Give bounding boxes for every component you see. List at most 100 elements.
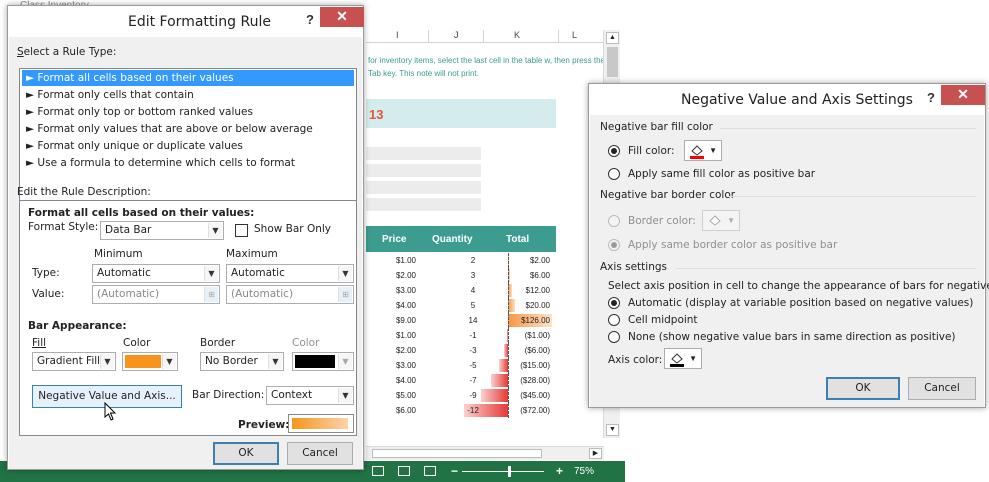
- axis-midpoint-label[interactable]: Cell midpoint: [628, 314, 698, 326]
- quantity-cell[interactable]: -12: [458, 406, 488, 415]
- normal-view-icon[interactable]: [372, 466, 384, 476]
- total-cell[interactable]: $126.00: [521, 316, 550, 325]
- cancel-button[interactable]: Cancel: [908, 377, 976, 400]
- info-cell[interactable]: [366, 198, 481, 211]
- axis-color-picker[interactable]: ▼: [664, 348, 702, 369]
- ok-button[interactable]: OK: [213, 442, 279, 465]
- dialog-title-bar[interactable]: Edit Formatting Rule ? ✕: [8, 6, 364, 37]
- fill-color-radio[interactable]: [608, 145, 620, 157]
- info-cell[interactable]: [366, 181, 481, 194]
- price-cell[interactable]: $3.00: [396, 286, 416, 295]
- scroll-right-arrow-icon[interactable]: ▶: [589, 448, 602, 459]
- help-icon[interactable]: ?: [927, 90, 935, 105]
- total-cell[interactable]: $2.00: [530, 256, 550, 265]
- negative-fill-color-picker[interactable]: ▼: [684, 140, 722, 161]
- quantity-cell[interactable]: 14: [458, 316, 488, 325]
- min-type-select[interactable]: Automatic ▼: [92, 264, 220, 283]
- min-value-input[interactable]: (Automatic) ⊞: [92, 285, 220, 304]
- column-header-k[interactable]: K: [514, 30, 520, 40]
- apply-same-border-radio[interactable]: [608, 239, 620, 251]
- horizontal-scroll-thumb[interactable]: [372, 449, 542, 458]
- page-break-view-icon[interactable]: [424, 466, 436, 476]
- quantity-cell[interactable]: -9: [458, 391, 488, 400]
- rule-type-item[interactable]: ► Format only values that are above or b…: [22, 121, 354, 137]
- price-cell[interactable]: $2.00: [396, 346, 416, 355]
- quantity-cell[interactable]: 5: [458, 301, 488, 310]
- border-color-option-label[interactable]: Border color:: [628, 215, 696, 227]
- rule-type-item[interactable]: ► Format only unique or duplicate values: [22, 138, 354, 154]
- negative-border-color-picker[interactable]: ▼: [702, 210, 740, 231]
- border-color-picker[interactable]: ▼: [292, 352, 354, 371]
- price-cell[interactable]: $5.00: [396, 391, 416, 400]
- total-header[interactable]: Total: [506, 234, 529, 245]
- price-cell[interactable]: $3.00: [396, 361, 416, 370]
- axis-none-label[interactable]: None (show negative value bars in same d…: [628, 331, 956, 343]
- rule-type-item[interactable]: ► Format all cells based on their values: [22, 70, 354, 86]
- price-cell[interactable]: $9.00: [396, 316, 416, 325]
- cancel-button[interactable]: Cancel: [287, 442, 353, 465]
- rule-type-list[interactable]: ► Format all cells based on their values…: [19, 68, 357, 202]
- quantity-cell[interactable]: 3: [458, 271, 488, 280]
- price-header[interactable]: Price: [382, 234, 406, 245]
- total-cell[interactable]: $6.00: [530, 271, 550, 280]
- range-picker-icon[interactable]: ⊞: [204, 287, 218, 302]
- total-cell[interactable]: ($6.00): [525, 346, 550, 355]
- total-cell[interactable]: $20.00: [526, 301, 550, 310]
- border-color-radio[interactable]: [608, 215, 620, 227]
- horizontal-scrollbar[interactable]: ▶: [366, 446, 604, 460]
- rule-type-item[interactable]: ► Format only cells that contain: [22, 87, 354, 103]
- border-type-select[interactable]: No Border ▼: [200, 352, 284, 371]
- rule-type-item[interactable]: ► Use a formula to determine which cells…: [22, 155, 354, 171]
- close-button[interactable]: ✕: [941, 85, 985, 105]
- zoom-in-icon[interactable]: +: [556, 464, 563, 478]
- format-style-select[interactable]: Data Bar ▼: [100, 221, 224, 240]
- axis-none-radio[interactable]: [608, 331, 620, 343]
- price-cell[interactable]: $2.00: [396, 271, 416, 280]
- price-cell[interactable]: $1.00: [396, 256, 416, 265]
- column-header-i[interactable]: I: [396, 30, 399, 40]
- max-type-select[interactable]: Automatic ▼: [226, 264, 354, 283]
- info-cell[interactable]: [366, 147, 481, 160]
- zoom-slider-thumb[interactable]: [508, 466, 511, 477]
- quantity-cell[interactable]: -1: [458, 331, 488, 340]
- page-layout-view-icon[interactable]: [398, 466, 410, 476]
- total-cell[interactable]: ($28.00): [520, 376, 550, 385]
- show-bar-only-label[interactable]: Show Bar Only: [254, 223, 331, 235]
- scroll-up-arrow-icon[interactable]: ▲: [606, 32, 619, 44]
- quantity-cell[interactable]: -3: [458, 346, 488, 355]
- quantity-cell[interactable]: -7: [458, 376, 488, 385]
- max-value-input[interactable]: (Automatic) ⊞: [226, 285, 354, 304]
- show-bar-only-checkbox[interactable]: [235, 224, 248, 237]
- quantity-cell[interactable]: 2: [458, 256, 488, 265]
- price-cell[interactable]: $4.00: [396, 301, 416, 310]
- quantity-cell[interactable]: -5: [458, 361, 488, 370]
- total-cell[interactable]: $12.00: [526, 286, 550, 295]
- axis-automatic-radio[interactable]: [608, 297, 620, 309]
- rule-type-item[interactable]: ► Format only top or bottom ranked value…: [22, 104, 354, 120]
- ok-button[interactable]: OK: [826, 377, 900, 400]
- info-cell[interactable]: [366, 164, 481, 177]
- dialog-title-bar[interactable]: Negative Value and Axis Settings ? ✕: [589, 84, 985, 115]
- zoom-out-icon[interactable]: −: [451, 464, 458, 478]
- scroll-down-arrow-icon[interactable]: ▼: [606, 424, 619, 436]
- apply-same-border-label[interactable]: Apply same border color as positive bar: [628, 239, 837, 251]
- column-header-l[interactable]: L: [572, 30, 577, 40]
- fill-color-picker[interactable]: ▼: [122, 352, 178, 371]
- price-cell[interactable]: $4.00: [396, 376, 416, 385]
- close-button[interactable]: ✕: [320, 7, 364, 27]
- total-cell[interactable]: ($15.00): [520, 361, 550, 370]
- total-cell[interactable]: ($45.00): [520, 391, 550, 400]
- bar-direction-select[interactable]: Context ▼: [266, 386, 354, 405]
- quantity-cell[interactable]: 4: [458, 286, 488, 295]
- help-icon[interactable]: ?: [306, 12, 314, 27]
- range-picker-icon[interactable]: ⊞: [338, 287, 352, 302]
- quantity-header[interactable]: Quantity: [432, 234, 473, 245]
- total-cell[interactable]: ($1.00): [525, 331, 550, 340]
- zoom-level[interactable]: 75%: [574, 466, 594, 477]
- axis-midpoint-radio[interactable]: [608, 314, 620, 326]
- fill-color-option-label[interactable]: Fill color:: [628, 145, 675, 157]
- apply-same-fill-label[interactable]: Apply same fill color as positive bar: [628, 168, 815, 180]
- price-cell[interactable]: $6.00: [396, 406, 416, 415]
- total-cell[interactable]: ($72.00): [520, 406, 550, 415]
- apply-same-fill-radio[interactable]: [608, 168, 620, 180]
